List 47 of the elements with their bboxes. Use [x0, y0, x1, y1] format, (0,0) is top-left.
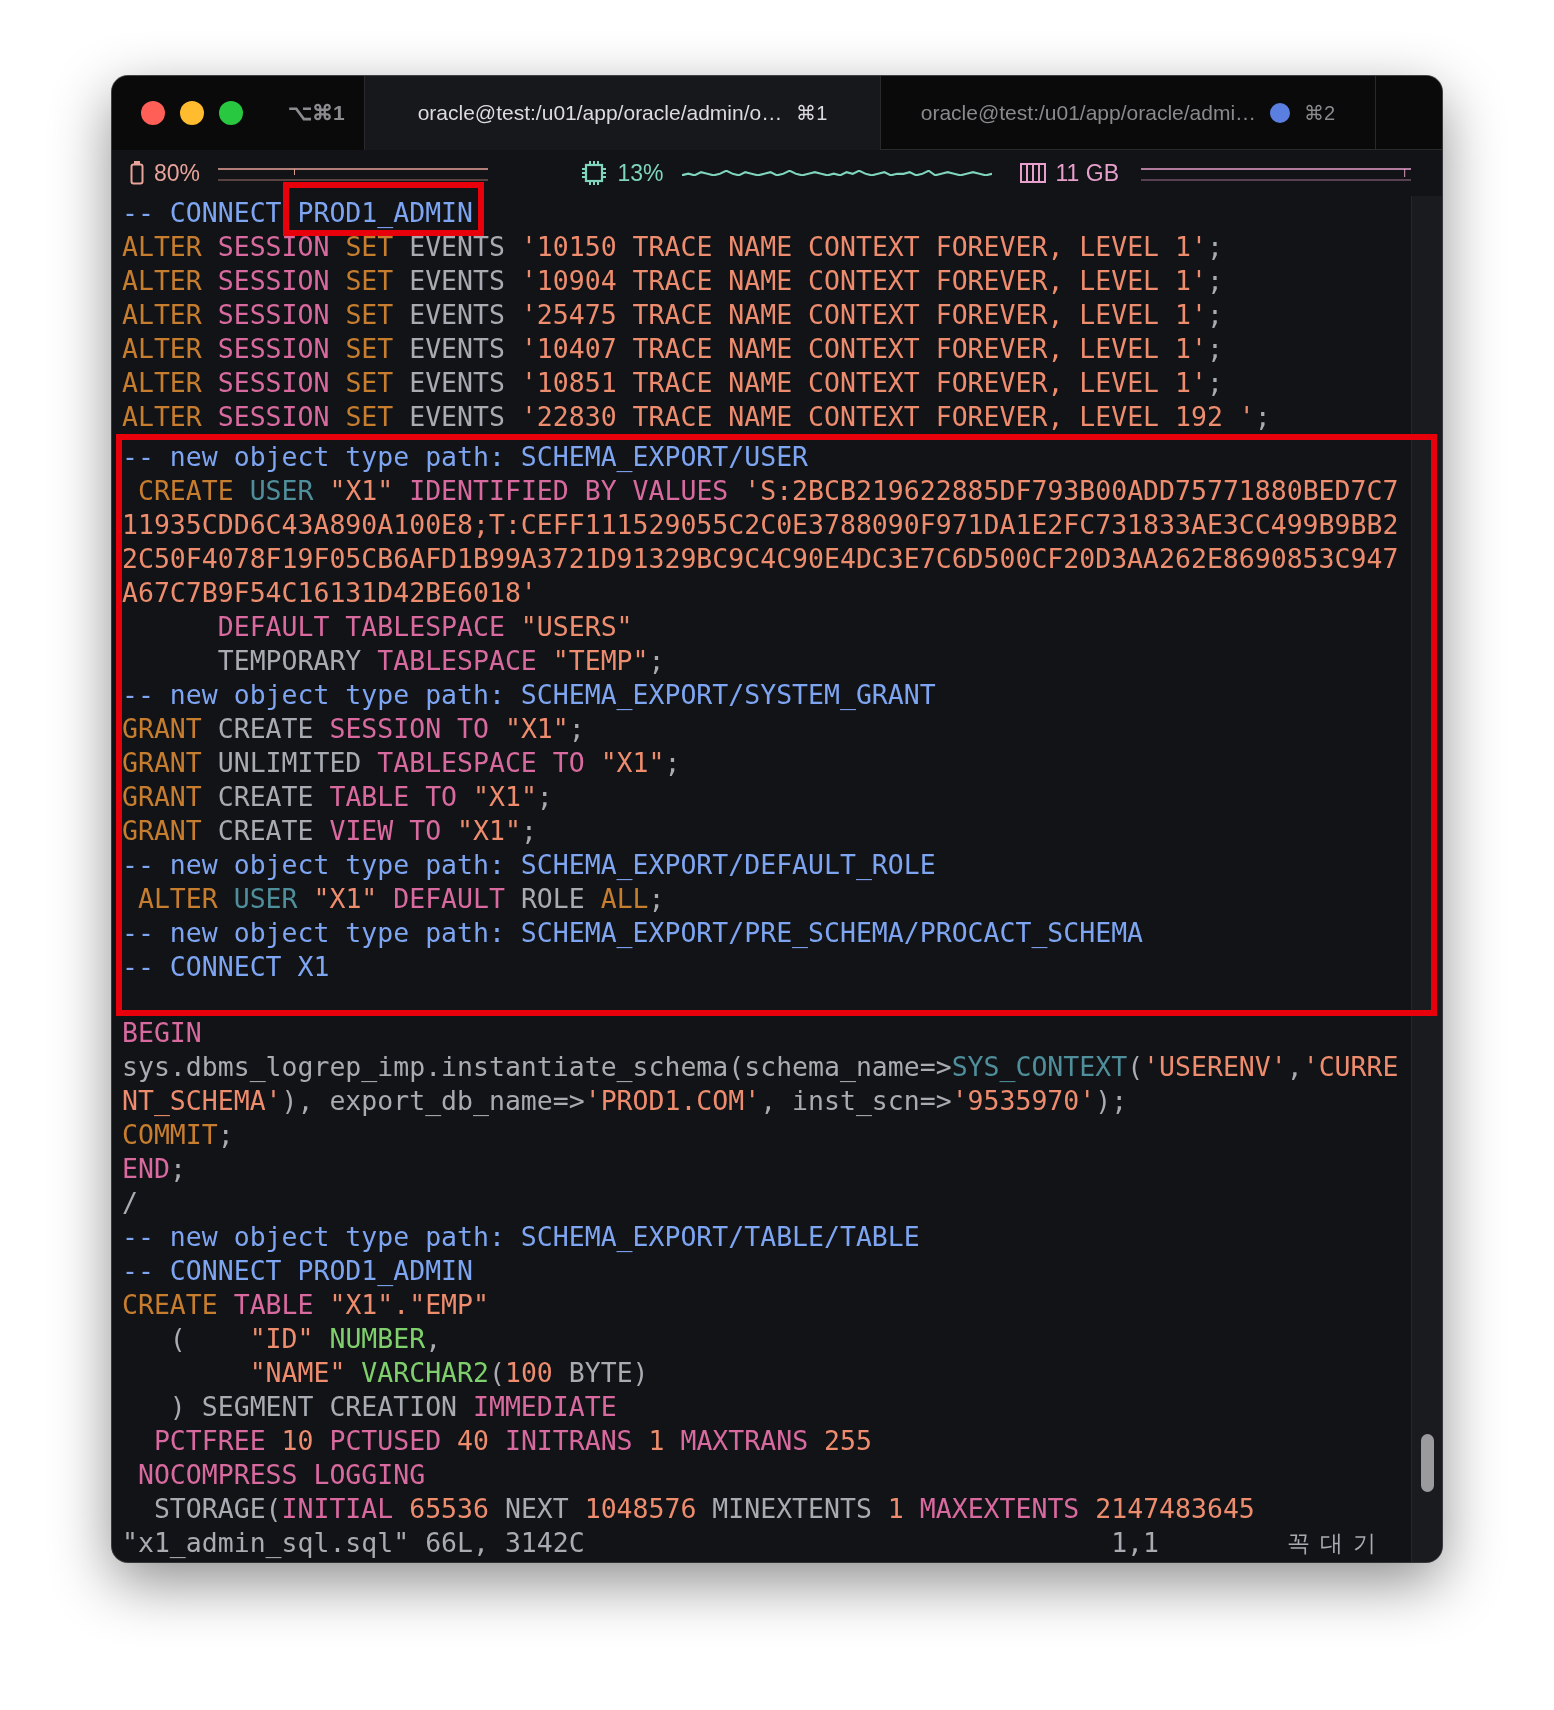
shortcut-label: ⌥⌘1	[288, 101, 345, 125]
code-line: 2C50F4078F19F05CB6AFD1B99A3721D91329BC9C4C90E4DC3E7C6D500CF20D3AA262E8690853C947	[122, 542, 1400, 576]
code-line: GRANT CREATE TABLE TO "X1";	[122, 780, 554, 814]
code-line: ALTER SESSION SET EVENTS '25475 TRACE NAME CONTEXT FOREVER, LEVEL 1';	[122, 298, 1224, 332]
code-line: ALTER USER "X1" DEFAULT ROLE ALL;	[136, 882, 666, 916]
code-line: COMMIT;	[122, 1118, 235, 1152]
scroll-position: 꼭대기	[1286, 1529, 1387, 1558]
code-line: /	[122, 1186, 139, 1220]
meter-reading: 80%	[154, 159, 201, 187]
code-line: END;	[122, 1152, 187, 1186]
code-line: NT_SCHEMA'), export_db_name=>'PROD1.COM', inst_scn=>'9535970');	[122, 1084, 1129, 1118]
code-line: "NAME" VARCHAR2(100 BYTE)	[248, 1356, 650, 1390]
code-line: -- CONNECT PROD1_ADMIN	[122, 1255, 473, 1286]
code-line: -- new object type path: SCHEMA_EXPORT/DEFAULT_ROLE	[122, 848, 937, 882]
code-line: -- new object type path: SCHEMA_EXPORT/USER	[122, 440, 810, 474]
file-info: "x1_admin_sql.sql" 66L, 3142C	[122, 1526, 586, 1560]
code-line: -- new object type path: SCHEMA_EXPORT/TABLE/TABLE	[122, 1220, 921, 1254]
code-line: -- CONNECT X1	[122, 951, 330, 982]
code-line: sys.dbms_logrep_imp.instantiate_schema(schema_name=>SYS_CONTEXT('USERENV','CURRE	[122, 1050, 1400, 1084]
code-line: ALTER SESSION SET EVENTS '10150 TRACE NAME CONTEXT FOREVER, LEVEL 1';	[122, 230, 1224, 264]
code-line: NOCOMPRESS LOGGING	[136, 1458, 427, 1492]
code-line: STORAGE(INITIAL 65536 NEXT 1048576 MINEXTENTS 1 MAXEXTENTS 2147483645	[152, 1492, 1256, 1526]
code-line: ALTER SESSION SET EVENTS '10851 TRACE NAME CONTEXT FOREVER, LEVEL 1';	[122, 366, 1224, 400]
code-line: -- new object type path: SCHEMA_EXPORT/PRE_SCHEMA/PROCACT_SCHEMA	[122, 916, 1145, 950]
code-line: PCTFREE 10 PCTUSED 40 INITRANS 1 MAXTRANS 255	[152, 1424, 873, 1458]
meter-reading: 11 GB	[1055, 159, 1119, 187]
code-line: 11935CDD6C43A890A100E8;T:CEFF111529055C2C0E3788090F971DA1E2FC731833AE3CC499B9BB2	[122, 508, 1400, 542]
code-line: ALTER SESSION SET EVENTS '22830 TRACE NAME CONTEXT FOREVER, LEVEL 192 ';	[122, 400, 1272, 434]
code-line: ALTER SESSION SET EVENTS '10904 TRACE NAME CONTEXT FOREVER, LEVEL 1';	[122, 264, 1224, 298]
tab[interactable]: oracle@test:/u01/app/oracle/admin/o… ⌘1	[365, 76, 881, 150]
code-line: ) SEGMENT CREATION IMMEDIATE	[168, 1390, 618, 1424]
code-line: CREATE TABLE "X1"."EMP"	[122, 1288, 490, 1322]
code-line: A67C7B9F54C16131D42BE6018'	[122, 576, 538, 610]
code-line: GRANT CREATE VIEW TO "X1";	[122, 814, 538, 848]
code-line: CREATE USER "X1" IDENTIFIED BY VALUES 'S:2BCB219622885DF793B00ADD75771880BED7C7	[136, 474, 1400, 508]
code-line: ALTER SESSION SET EVENTS '10407 TRACE NAME CONTEXT FOREVER, LEVEL 1';	[122, 332, 1224, 366]
code-line: -- new object type path: SCHEMA_EXPORT/SYSTEM_GRANT	[122, 678, 937, 712]
cursor-position: 1,1	[1111, 1526, 1161, 1560]
meter-reading: 13%	[617, 159, 664, 187]
code-line: DEFAULT TABLESPACE "USERS"	[216, 610, 634, 644]
code-line: GRANT CREATE SESSION TO "X1";	[122, 712, 586, 746]
code-line: -- CONNECT PROD1_ADMIN	[122, 197, 473, 228]
code-line: ( "ID" NUMBER,	[168, 1322, 443, 1356]
code-line: GRANT UNLIMITED TABLESPACE TO "X1";	[122, 746, 682, 780]
tab[interactable]: oracle@test:/u01/app/oracle/admi… ⌘2	[881, 76, 1376, 150]
code-line: TEMPORARY TABLESPACE "TEMP";	[216, 644, 666, 678]
code-line: BEGIN	[122, 1016, 203, 1050]
